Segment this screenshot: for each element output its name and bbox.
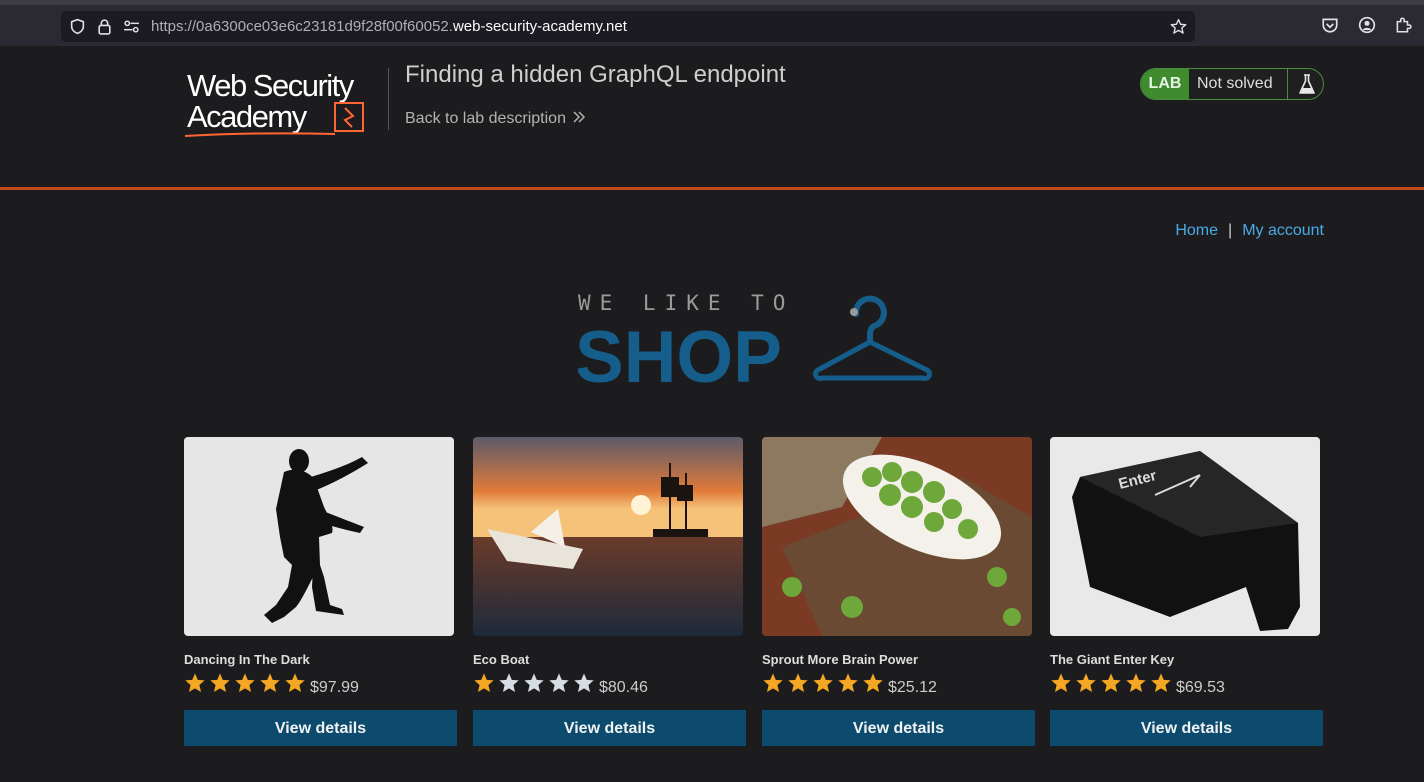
- account-icon[interactable]: [1358, 16, 1376, 34]
- product-price: $80.46: [599, 679, 648, 696]
- logo-line2: Academy: [187, 99, 308, 134]
- shield-icon[interactable]: [69, 18, 86, 35]
- star-filled-icon: [285, 673, 305, 692]
- star-filled-icon: [838, 673, 858, 692]
- product-rating: [473, 672, 598, 696]
- permissions-icon[interactable]: [123, 18, 140, 35]
- product-rating: [1050, 672, 1175, 696]
- view-details-button[interactable]: View details: [1050, 710, 1323, 746]
- star-filled-icon: [474, 673, 494, 692]
- url-domain: web-security-academy.net: [452, 18, 627, 35]
- star-empty-icon: [499, 673, 519, 692]
- product-image-eco-boat: [473, 437, 743, 636]
- star-filled-icon: [863, 673, 883, 692]
- logo-line1: Web Security: [187, 68, 355, 103]
- lab-status-widget: LAB Not solved: [1140, 68, 1324, 100]
- we-like-to-shop-logo: WE LIKE TO SHOP: [578, 292, 932, 388]
- back-link-label: Back to lab description: [405, 110, 566, 127]
- url-text[interactable]: https://0a6300ce03e6c23181d9f28f00f60052…: [151, 18, 627, 35]
- star-filled-icon: [1126, 673, 1146, 692]
- product-price: $97.99: [310, 679, 359, 696]
- star-filled-icon: [260, 673, 280, 692]
- lab-status-text: Not solved: [1197, 75, 1273, 92]
- star-filled-icon: [813, 673, 833, 692]
- web-security-academy-logo[interactable]: Web Security Academy: [185, 66, 385, 140]
- lab-header: Web Security Academy Finding a hidden Gr…: [0, 46, 1424, 190]
- product-price: $25.12: [888, 679, 937, 696]
- product-image-dancing: [184, 437, 454, 636]
- star-filled-icon: [210, 673, 230, 692]
- product-image-sprouts: [762, 437, 1032, 636]
- star-filled-icon: [235, 673, 255, 692]
- nav-home-link[interactable]: Home: [1175, 222, 1218, 239]
- logo-divider: [388, 68, 389, 130]
- product-rating: [184, 672, 309, 696]
- url-prefix: https://0a6300ce03e6c23181d9f28f00f60052…: [151, 18, 453, 35]
- lab-badge: LAB: [1141, 69, 1189, 99]
- view-details-button[interactable]: View details: [762, 710, 1035, 746]
- star-filled-icon: [788, 673, 808, 692]
- star-empty-icon: [574, 673, 594, 692]
- product-name: Dancing In The Dark: [184, 652, 310, 667]
- product-name: Eco Boat: [473, 652, 530, 667]
- product-name: The Giant Enter Key: [1050, 652, 1175, 667]
- bookmark-star-icon[interactable]: [1170, 18, 1187, 35]
- view-details-button[interactable]: View details: [473, 710, 746, 746]
- product-rating: [762, 672, 887, 696]
- browser-toolbar: https://0a6300ce03e6c23181d9f28f00f60052…: [0, 0, 1424, 46]
- double-chevron-right-icon: [573, 111, 586, 123]
- back-to-description-link[interactable]: Back to lab description: [405, 110, 586, 128]
- nav-separator: |: [1228, 222, 1233, 239]
- shop-tagline: WE LIKE TO: [578, 292, 794, 315]
- product-price: $69.53: [1176, 679, 1225, 696]
- hanger-icon: [813, 295, 932, 381]
- flask-icon: [1287, 69, 1323, 99]
- lock-icon[interactable]: [96, 18, 113, 35]
- star-filled-icon: [763, 673, 783, 692]
- product-name: Sprout More Brain Power: [762, 652, 919, 667]
- lab-title: Finding a hidden GraphQL endpoint: [405, 61, 786, 88]
- extensions-icon[interactable]: [1394, 16, 1412, 34]
- top-nav: Home | My account: [1175, 222, 1324, 240]
- star-filled-icon: [1051, 673, 1071, 692]
- star-empty-icon: [524, 673, 544, 692]
- shop-word: SHOP: [578, 317, 782, 388]
- star-empty-icon: [549, 673, 569, 692]
- view-details-button[interactable]: View details: [184, 710, 457, 746]
- address-bar[interactable]: https://0a6300ce03e6c23181d9f28f00f60052…: [61, 11, 1195, 42]
- star-filled-icon: [1076, 673, 1096, 692]
- nav-my-account-link[interactable]: My account: [1242, 222, 1324, 239]
- star-filled-icon: [185, 673, 205, 692]
- star-filled-icon: [1101, 673, 1121, 692]
- pocket-icon[interactable]: [1321, 16, 1339, 34]
- product-image-enter-key: Enter: [1050, 437, 1320, 636]
- star-filled-icon: [1151, 673, 1171, 692]
